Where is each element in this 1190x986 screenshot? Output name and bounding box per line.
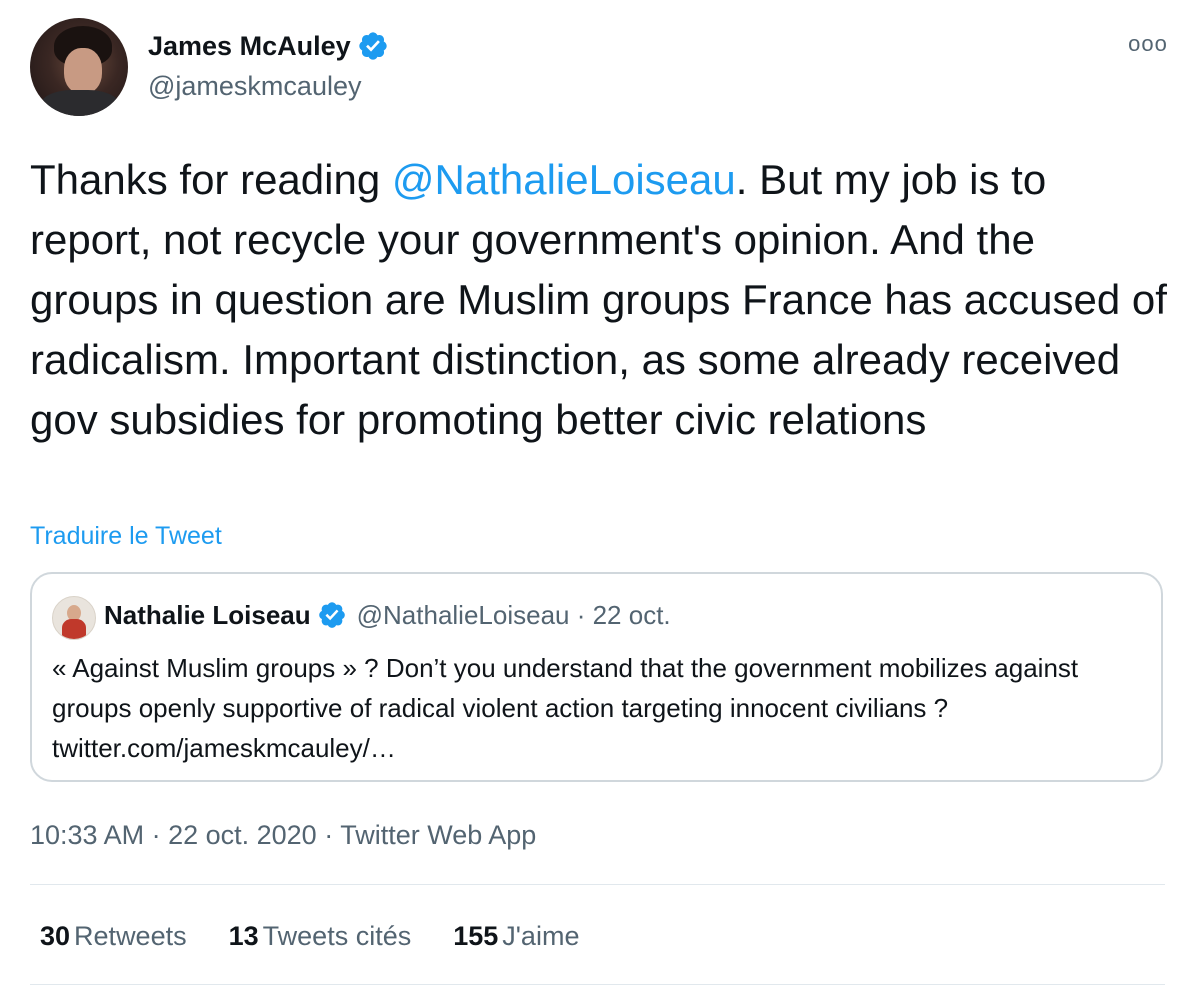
quote-tweets-count: 13 bbox=[228, 921, 259, 951]
quoted-author-name: Nathalie Loiseau bbox=[104, 600, 311, 630]
quote-tweets-stat[interactable]: 13 Tweets cités bbox=[229, 918, 412, 954]
quoted-tweet-text: « Against Muslim groups » ? Don’t you un… bbox=[52, 653, 1079, 763]
tweet-text-before: Thanks for reading bbox=[30, 156, 392, 203]
author-handle[interactable]: @jameskmcauley bbox=[148, 70, 361, 102]
timestamp-date[interactable]: 10:33 AM · 22 oct. 2020 · bbox=[30, 820, 340, 850]
retweets-stat[interactable]: 30 Retweets bbox=[40, 918, 187, 954]
engagement-stats: 30 Retweets 13 Tweets cités 155 J'aime bbox=[40, 918, 579, 954]
quoted-tweet-card[interactable]: Nathalie Loiseau @NathalieLoiseau · 22 o… bbox=[30, 572, 1163, 782]
translate-tweet-link[interactable]: Traduire le Tweet bbox=[30, 520, 222, 552]
quote-tweets-label: Tweets cités bbox=[262, 921, 412, 951]
author-name[interactable]: James McAuley bbox=[148, 30, 389, 62]
divider-top bbox=[30, 884, 1165, 885]
tweet-text: Thanks for reading @NathalieLoiseau. But… bbox=[30, 150, 1170, 450]
quoted-author-avatar bbox=[52, 596, 96, 640]
avatar-face bbox=[64, 48, 102, 94]
tweet-timestamp: 10:33 AM · 22 oct. 2020 · Twitter Web Ap… bbox=[30, 818, 536, 852]
quoted-tweet-header: Nathalie Loiseau @NathalieLoiseau · 22 o… bbox=[104, 598, 671, 632]
divider-bottom bbox=[30, 984, 1165, 985]
verified-badge-icon bbox=[358, 32, 387, 60]
quoted-author-meta: @NathalieLoiseau · 22 oct. bbox=[356, 600, 671, 630]
likes-count: 155 bbox=[453, 921, 499, 951]
tweet-source-link[interactable]: Twitter Web App bbox=[340, 820, 536, 850]
avatar-shirt bbox=[40, 90, 120, 116]
verified-badge-icon bbox=[318, 602, 345, 628]
author-name-text[interactable]: James McAuley bbox=[148, 30, 351, 62]
retweets-count: 30 bbox=[40, 921, 71, 951]
mention-link[interactable]: @NathalieLoiseau bbox=[392, 156, 736, 203]
likes-label: J'aime bbox=[502, 921, 580, 951]
likes-stat[interactable]: 155 J'aime bbox=[453, 918, 579, 954]
more-options-icon[interactable]: ooo bbox=[1128, 31, 1168, 56]
retweets-label: Retweets bbox=[74, 921, 187, 951]
quoted-avatar-body bbox=[62, 619, 86, 639]
author-avatar[interactable] bbox=[30, 18, 128, 116]
